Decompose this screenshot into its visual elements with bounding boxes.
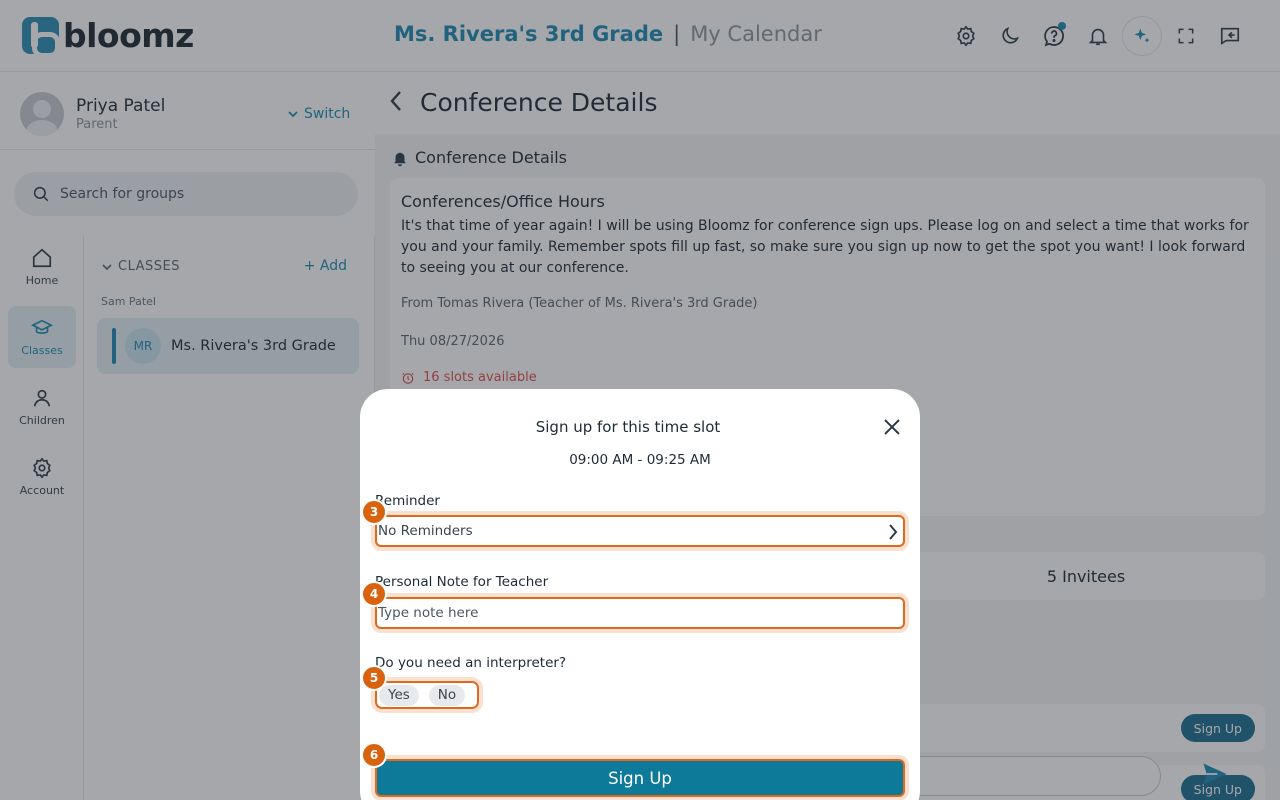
time-slot-range: 09:00 AM - 09:25 AM — [569, 452, 711, 468]
interpreter-toggle-group: Yes No — [375, 681, 479, 709]
sign-up-submit-button[interactable]: Sign Up — [375, 759, 905, 797]
step-badge-5: 5 — [361, 665, 387, 691]
note-input[interactable] — [378, 605, 878, 621]
reminder-select[interactable]: No Reminders — [375, 515, 905, 547]
note-field-wrapper — [375, 597, 905, 629]
step-badge-3: 3 — [361, 499, 387, 525]
interpreter-label: Do you need an interpreter? — [375, 655, 567, 671]
sign-up-dialog: Sign up for this time slot 09:00 AM - 09… — [360, 389, 920, 800]
interpreter-yes-button[interactable]: Yes — [379, 684, 419, 706]
reminder-value: No Reminders — [378, 523, 473, 539]
interpreter-no-button[interactable]: No — [428, 684, 466, 706]
close-button[interactable] — [882, 417, 902, 441]
chevron-right-icon — [889, 524, 898, 540]
step-badge-6: 6 — [361, 742, 387, 768]
close-icon — [884, 419, 900, 435]
note-label: Personal Note for Teacher — [375, 574, 549, 590]
step-badge-4: 4 — [361, 581, 387, 607]
dialog-title: Sign up for this time slot — [535, 418, 721, 436]
